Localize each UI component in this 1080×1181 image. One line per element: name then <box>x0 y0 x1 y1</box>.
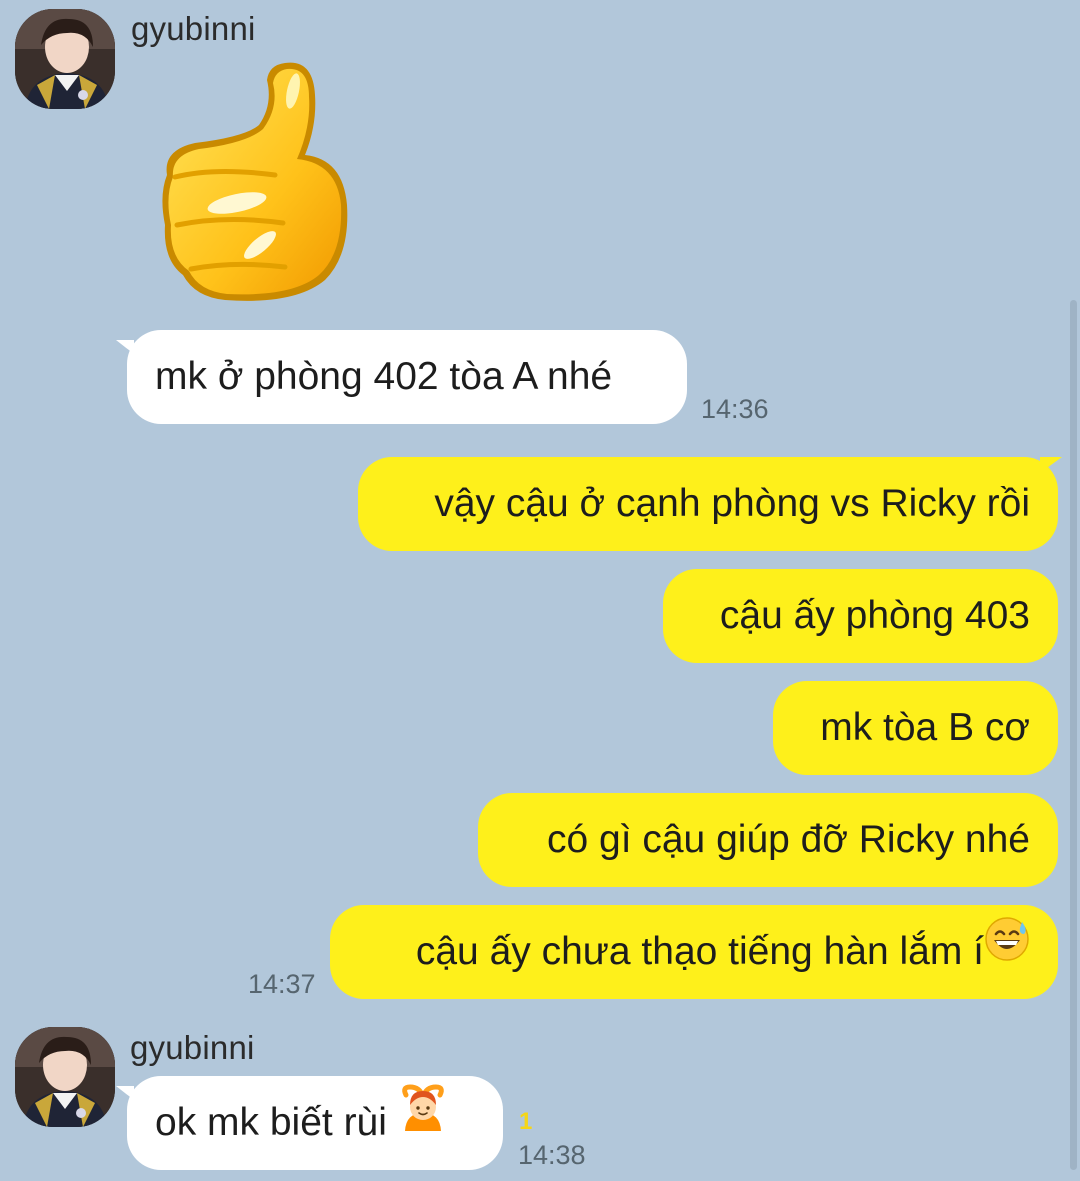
outgoing-message[interactable]: mk tòa B cơ <box>773 681 1058 775</box>
scrollbar[interactable] <box>1070 300 1077 1170</box>
person-gesturing-ok-emoji <box>398 1074 448 1168</box>
avatar-photo <box>15 1027 115 1127</box>
avatar-photo <box>15 9 115 109</box>
message-time: 14:36 <box>701 394 769 424</box>
message-time: 14:37 <box>248 969 316 999</box>
thumbs-up-sticker[interactable] <box>155 55 355 305</box>
sender-name: gyubinni <box>131 10 256 47</box>
message-text: vậy cậu ở cạnh phòng vs Ricky rồi <box>434 482 1030 525</box>
sender-avatar[interactable] <box>15 9 115 109</box>
grinning-sweat-emoji <box>984 903 1030 997</box>
message-text: có gì cậu giúp đỡ Ricky nhé <box>546 818 1030 861</box>
outgoing-message[interactable]: có gì cậu giúp đỡ Ricky nhé <box>478 793 1058 887</box>
outgoing-message[interactable]: cậu ấy phòng 403 <box>663 569 1058 663</box>
thumbs-up-icon <box>162 62 348 301</box>
message-text: cậu ấy phòng 403 <box>719 594 1030 637</box>
message-text: cậu ấy chưa thạo tiếng hàn lắm í <box>415 930 984 973</box>
message-text: ok mk biết rùi <box>155 1101 387 1144</box>
incoming-message[interactable]: mk ở phòng 402 tòa A nhé <box>127 330 687 424</box>
incoming-message[interactable]: ok mk biết rùi <box>127 1076 503 1170</box>
message-text: mk tòa B cơ <box>820 706 1030 749</box>
outgoing-message[interactable]: vậy cậu ở cạnh phòng vs Ricky rồi <box>358 457 1058 551</box>
unread-count: 1 <box>519 1108 533 1135</box>
sender-name: gyubinni <box>130 1029 255 1066</box>
outgoing-message[interactable]: cậu ấy chưa thạo tiếng hàn lắm í <box>330 905 1058 999</box>
sender-avatar[interactable] <box>15 1027 115 1127</box>
message-text: mk ở phòng 402 tòa A nhé <box>155 355 613 398</box>
message-time: 14:38 <box>518 1140 586 1170</box>
